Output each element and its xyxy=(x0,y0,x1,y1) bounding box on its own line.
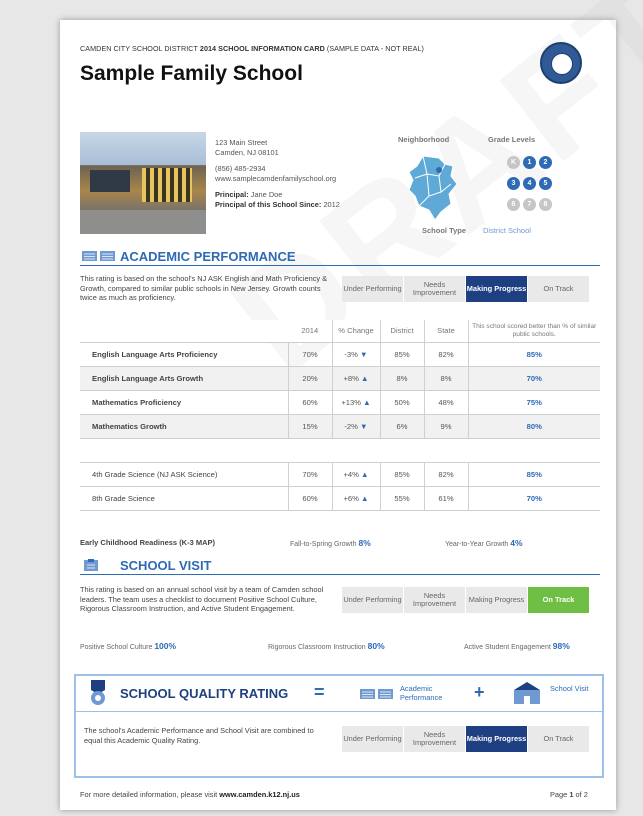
col-state: State xyxy=(424,320,469,343)
page-number: Page 1 of 2 xyxy=(550,790,588,799)
table-row: Mathematics Growth 15% -2% ▼ 6% 9% 80% xyxy=(80,414,600,439)
principal-since-line: Principal of this School Since: 2012 xyxy=(215,200,340,209)
col-better-than: This school scored better than % of simi… xyxy=(468,320,600,343)
header-line: CAMDEN CITY SCHOOL DISTRICT 2014 SCHOOL … xyxy=(80,44,424,53)
positive-culture-metric: Positive School Culture 100% xyxy=(80,641,177,651)
table-row: 8th Grade Science 60% +6% ▲ 55% 61% 70% xyxy=(80,486,600,511)
quality-header: SCHOOL QUALITY RATING = Academic Perform… xyxy=(76,676,602,712)
quality-description: The school's Academic Performance and Sc… xyxy=(84,726,314,745)
quality-rating-bar: Under Performing Needs Improvement Makin… xyxy=(342,726,590,752)
address-line-1: 123 Main Street xyxy=(215,138,268,147)
visit-title: SCHOOL VISIT xyxy=(120,558,212,573)
academic-section-header: ACADEMIC PERFORMANCE xyxy=(80,248,600,266)
footer-link[interactable]: www.camden.k12.nj.us xyxy=(219,790,300,799)
table-row: English Language Arts Proficiency 70% -3… xyxy=(80,342,600,367)
grade-badge: 4 xyxy=(523,177,536,190)
academic-title: ACADEMIC PERFORMANCE xyxy=(120,249,296,264)
book-icon xyxy=(82,251,115,261)
science-table: 4th Grade Science (NJ ASK Science) 70% +… xyxy=(80,462,600,511)
phone-number: (856) 485-2934 xyxy=(215,164,266,173)
visit-section-header: SCHOOL VISIT xyxy=(80,557,600,575)
col-change: % Change xyxy=(332,320,381,343)
academic-rating-bar: Under Performing Needs Improvement Makin… xyxy=(342,276,590,302)
table-row: English Language Arts Growth 20% +8% ▲ 8… xyxy=(80,366,600,391)
grade-badge: 3 xyxy=(507,177,520,190)
quality-rating-box: SCHOOL QUALITY RATING = Academic Perform… xyxy=(74,674,604,778)
visit-rating-bar: Under Performing Needs Improvement Makin… xyxy=(342,587,590,613)
academic-table: 2014 % Change District State This school… xyxy=(80,320,600,439)
clipboard-icon xyxy=(84,559,98,571)
district-seal-icon xyxy=(540,42,582,84)
address-line-2: Camden, NJ 08101 xyxy=(215,148,279,157)
col-district: District xyxy=(380,320,425,343)
student-engagement-metric: Active Student Engagement 98% xyxy=(464,641,570,651)
arrow-up-icon: ▲ xyxy=(361,470,369,479)
rating-needs-improvement: Needs Improvement xyxy=(404,587,466,613)
page-title: Sample Family School xyxy=(80,62,303,85)
sample-notice: (SAMPLE DATA - NOT REAL) xyxy=(326,44,424,53)
arrow-up-icon: ▲ xyxy=(361,373,369,383)
rating-on-track: On Track xyxy=(528,276,590,302)
grade-badge: 7 xyxy=(523,198,536,211)
card-year-title: 2014 SCHOOL INFORMATION CARD xyxy=(199,44,325,53)
table-row: Mathematics Proficiency 60% +13% ▲ 50% 4… xyxy=(80,390,600,415)
arrow-down-icon: ▼ xyxy=(360,349,368,359)
rating-making-progress: Making Progress xyxy=(466,276,528,302)
school-contact-info: 123 Main Street Camden, NJ 08101 (856) 4… xyxy=(215,138,340,210)
col-2014: 2014 xyxy=(288,320,333,343)
neighborhood-map-icon xyxy=(408,155,458,221)
academic-description: This rating is based on the school's NJ … xyxy=(80,274,328,302)
arrow-down-icon: ▼ xyxy=(360,421,368,431)
equals-sign: = xyxy=(314,682,325,702)
district-name: CAMDEN CITY SCHOOL DISTRICT xyxy=(80,44,198,53)
arrow-up-icon: ▲ xyxy=(363,397,371,407)
fall-to-spring-metric: Fall-to-Spring Growth 8% xyxy=(290,538,371,548)
rating-under-performing: Under Performing xyxy=(342,587,404,613)
school-visit-label: School Visit xyxy=(550,684,589,693)
grade-badge: 8 xyxy=(539,198,552,211)
table-row: 4th Grade Science (NJ ASK Science) 70% +… xyxy=(80,462,600,487)
rating-under-performing: Under Performing xyxy=(342,276,404,302)
school-photo xyxy=(80,132,206,234)
rating-on-track: On Track xyxy=(528,726,590,752)
grade-levels: K 1 2 3 4 5 6 7 8 xyxy=(507,151,561,214)
rating-needs-improvement: Needs Improvement xyxy=(404,276,466,302)
school-building-icon xyxy=(514,682,540,704)
principal-line: Principal: Jane Doe xyxy=(215,190,283,199)
book-icon xyxy=(360,689,393,699)
grade-badge: 2 xyxy=(539,156,552,169)
website-link[interactable]: www.samplecamdenfamilyschool.org xyxy=(215,174,340,184)
grade-badge: 6 xyxy=(507,198,520,211)
rating-on-track: On Track xyxy=(528,587,590,613)
info-card-page: DRAFT CAMDEN CITY SCHOOL DISTRICT 2014 S… xyxy=(60,0,643,810)
footer-note: For more detailed information, please vi… xyxy=(80,790,300,799)
grade-badge: K xyxy=(507,156,520,169)
rating-under-performing: Under Performing xyxy=(342,726,404,752)
rating-making-progress: Making Progress xyxy=(466,587,528,613)
plus-sign: + xyxy=(474,682,485,702)
neighborhood-label: Neighborhood xyxy=(398,135,450,144)
grade-badge: 1 xyxy=(523,156,536,169)
school-type-value: District School xyxy=(483,226,531,235)
academic-performance-label: Academic Performance xyxy=(400,684,443,702)
arrow-up-icon: ▲ xyxy=(361,494,369,503)
rating-needs-improvement: Needs Improvement xyxy=(404,726,466,752)
early-childhood-label: Early Childhood Readiness (K-3 MAP) xyxy=(80,538,216,547)
grade-levels-label: Grade Levels xyxy=(488,135,536,144)
year-to-year-metric: Year-to-Year Growth 4% xyxy=(445,538,523,548)
quality-title: SCHOOL QUALITY RATING xyxy=(120,686,289,701)
grade-badge: 5 xyxy=(539,177,552,190)
visit-description: This rating is based on an annual school… xyxy=(80,585,324,613)
school-type-label: School Type xyxy=(422,226,467,235)
rating-making-progress: Making Progress xyxy=(466,726,528,752)
award-ribbon-icon xyxy=(91,680,105,705)
rigorous-instruction-metric: Rigorous Classroom Instruction 80% xyxy=(268,641,385,651)
